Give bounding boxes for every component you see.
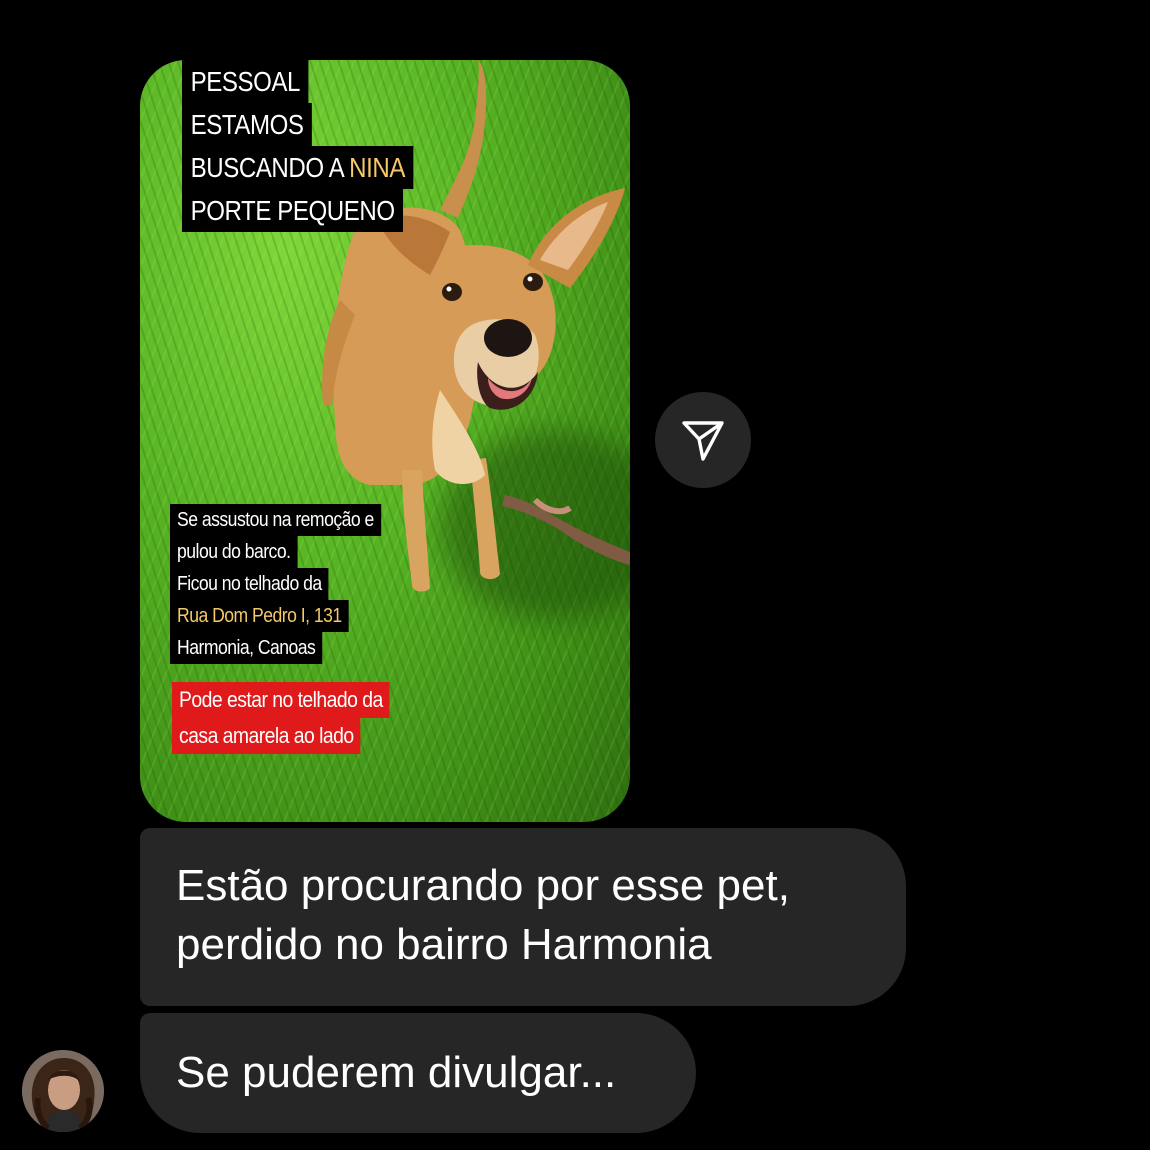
share-button[interactable] [655, 392, 751, 488]
highlight-name: NINA [349, 152, 405, 183]
headline-line-1: PESSOAL [182, 60, 309, 103]
message-bubble[interactable]: Estão procurando por esse pet, perdido n… [140, 828, 906, 1006]
message-text: Estão procurando por esse pet, [176, 861, 790, 910]
headline-line-3: BUSCANDO A NINA [182, 146, 414, 189]
sender-avatar[interactable] [22, 1050, 104, 1132]
story-alert: Pode estar no telhado da casa amarela ao… [172, 682, 419, 754]
message-bubble[interactable]: Se puderem divulgar... [140, 1013, 696, 1133]
headline-line-2: ESTAMOS [182, 103, 313, 146]
message-text: Se puderem divulgar... [176, 1048, 617, 1097]
paper-plane-icon [682, 421, 724, 461]
info-line: Se assustou na remoção e [170, 504, 381, 536]
story-info: Se assustou na remoção e pulou do barco.… [170, 504, 410, 664]
info-line: Ficou no telhado da [170, 568, 329, 600]
avatar-icon [22, 1050, 104, 1132]
city-line: Harmonia, Canoas [170, 632, 323, 664]
info-line: pulou do barco. [170, 536, 298, 568]
alert-line: Pode estar no telhado da [172, 682, 390, 718]
alert-line: casa amarela ao lado [172, 718, 361, 754]
address-line: Rua Dom Pedro I, 131 [170, 600, 349, 632]
shared-story-card[interactable]: PESSOAL ESTAMOS BUSCANDO A NINA PORTE PE… [140, 60, 630, 822]
message-text: perdido no bairro Harmonia [176, 920, 712, 969]
story-headline: PESSOAL ESTAMOS BUSCANDO A NINA PORTE PE… [182, 60, 451, 232]
cropped-header-glyph [648, 0, 678, 8]
headline-line-4: PORTE PEQUENO [182, 189, 404, 232]
